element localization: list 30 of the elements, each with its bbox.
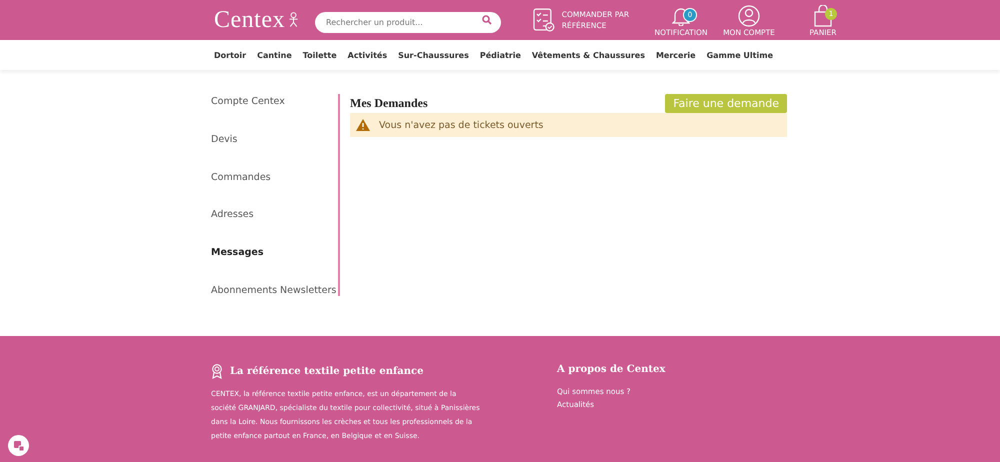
search-field[interactable]: Rechercher un produit... (315, 12, 501, 32)
centex-logo[interactable]: Centex (214, 6, 300, 34)
sidebar-link[interactable]: Abonnements Newsletters (211, 284, 338, 296)
nav-link[interactable]: Toilette (302, 50, 337, 60)
sidebar-link[interactable]: Messages (211, 247, 338, 258)
footer-heading: A propos de Centex (557, 364, 666, 375)
sidebar-link[interactable]: Compte Centex (211, 96, 338, 107)
chat-icon (12, 440, 24, 452)
award-icon (211, 364, 223, 379)
sidebar-link[interactable]: Adresses (211, 209, 338, 220)
footer-heading: La référence textile petite enfance (230, 366, 424, 377)
nav-link[interactable]: Gamme Ultime (706, 50, 773, 60)
search-icon[interactable] (482, 15, 492, 25)
bell-icon (672, 6, 690, 26)
alert-text: Vous n'avez pas de tickets ouverts (379, 120, 544, 130)
nav-link[interactable]: Activités (348, 50, 388, 60)
checklist-icon[interactable] (533, 8, 555, 32)
nav-link[interactable]: Dortoir (214, 50, 246, 60)
nav-link[interactable]: Vêtements & Chaussures (532, 50, 645, 60)
nav-link[interactable]: Cantine (257, 50, 292, 60)
warning-icon (356, 119, 370, 131)
bag-icon (814, 4, 832, 26)
nav-link[interactable]: Pédiatrie (480, 50, 521, 60)
sidebar-link[interactable]: Commandes (211, 172, 338, 183)
chat-button[interactable] (8, 435, 29, 456)
page-title: Mes Demandes (350, 96, 428, 111)
nav-link[interactable]: Sur-Chaussures (398, 50, 469, 60)
sidebar-link[interactable]: Devis (211, 134, 338, 145)
nav-link[interactable]: Mercerie (656, 50, 696, 60)
user-icon (738, 4, 760, 26)
